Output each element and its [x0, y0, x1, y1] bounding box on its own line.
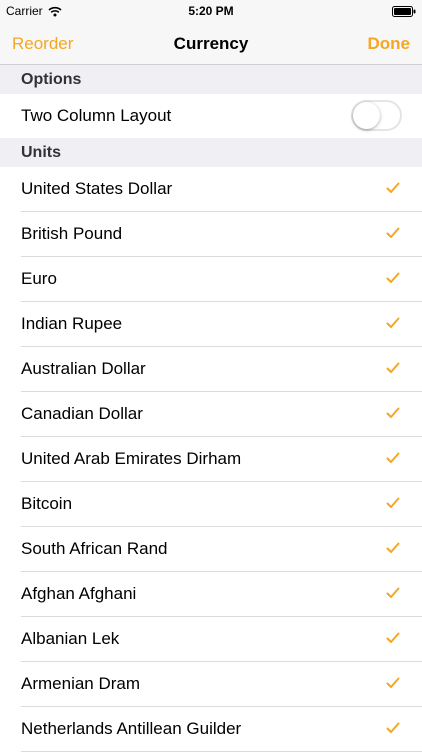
list-item-label: Armenian Dram: [21, 674, 141, 693]
list-item-label: United States Dollar: [21, 179, 173, 198]
page-title: Currency: [173, 34, 249, 53]
checkmark-icon: [386, 722, 400, 733]
list-item[interactable]: Bitcoin: [0, 482, 422, 527]
list-item-label: Canadian Dollar: [21, 404, 143, 423]
list-item[interactable]: British Pound: [0, 212, 422, 257]
battery-icon: [392, 6, 416, 17]
checkmark-icon: [386, 632, 400, 643]
list-item[interactable]: United Arab Emirates Dirham: [0, 437, 422, 482]
list-item-label: British Pound: [21, 224, 123, 243]
list-item[interactable]: South African Rand: [0, 527, 422, 572]
section-header-units: Units: [0, 138, 422, 167]
done-button[interactable]: Done: [368, 34, 411, 54]
list-item-label: Euro: [21, 269, 57, 288]
list-item-label: South African Rand: [21, 539, 168, 558]
checkmark-icon: [386, 587, 400, 598]
list-item-label: Bitcoin: [21, 494, 73, 513]
list-item[interactable]: Netherlands Antillean Guilder: [0, 707, 422, 752]
checkmark-icon: [386, 542, 400, 553]
list-item[interactable]: Canadian Dollar: [0, 392, 422, 437]
list-item[interactable]: Indian Rupee: [0, 302, 422, 347]
checkmark-icon: [386, 407, 400, 418]
checkmark-icon: [386, 227, 400, 238]
two-column-layout-row: Two Column Layout: [0, 94, 422, 138]
checkmark-icon: [386, 272, 400, 283]
navigation-bar: Reorder Currency Done: [0, 22, 422, 65]
section-header-options: Options: [0, 65, 422, 94]
checkmark-icon: [386, 497, 400, 508]
list-item-label: Australian Dollar: [21, 359, 146, 378]
units-list: United States Dollar British Pound Euro Ind…: [0, 167, 422, 752]
two-column-layout-label: Two Column Layout: [21, 106, 172, 125]
checkmark-icon: [386, 362, 400, 373]
status-bar: Carrier 5:20 PM: [0, 0, 422, 22]
two-column-layout-toggle[interactable]: [351, 100, 402, 131]
checkmark-icon: [386, 452, 400, 463]
list-item-label: United Arab Emirates Dirham: [21, 449, 242, 468]
status-time: 5:20 PM: [188, 4, 234, 18]
list-item-label: Netherlands Antillean Guilder: [21, 719, 242, 738]
checkmark-icon: [386, 182, 400, 193]
list-item[interactable]: United States Dollar: [0, 167, 422, 212]
list-item[interactable]: Armenian Dram: [0, 662, 422, 707]
toggle-knob: [353, 102, 380, 129]
list-item[interactable]: Albanian Lek: [0, 617, 422, 662]
list-item-label: Afghan Afghani: [21, 584, 137, 603]
list-item-label: Indian Rupee: [21, 314, 123, 333]
list-item[interactable]: Euro: [0, 257, 422, 302]
list-item[interactable]: Australian Dollar: [0, 347, 422, 392]
list-item-label: Albanian Lek: [21, 629, 120, 648]
checkmark-icon: [386, 317, 400, 328]
list-item[interactable]: Afghan Afghani: [0, 572, 422, 617]
checkmark-icon: [386, 677, 400, 688]
